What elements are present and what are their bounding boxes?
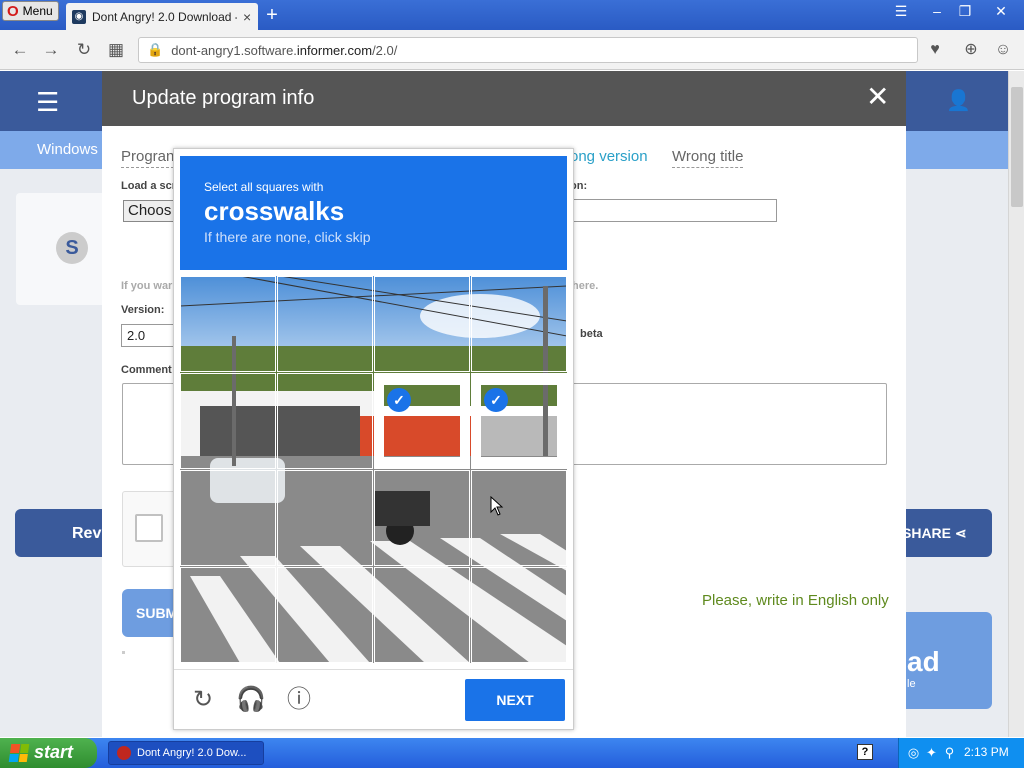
captcha-cell-7[interactable]: ✓ <box>374 373 470 469</box>
modal-close-icon[interactable]: ✕ <box>866 83 889 111</box>
hint-left: If you war <box>121 280 173 292</box>
browser-tab[interactable]: ◉ Dont Angry! 2.0 Download - I × <box>66 3 258 30</box>
new-tab-button[interactable]: + <box>262 4 282 26</box>
captcha-cell-10[interactable] <box>277 470 373 566</box>
captcha-target-word: crosswalks <box>204 196 345 226</box>
captcha-challenge: Select all squares with crosswalks If th… <box>173 148 574 730</box>
maximize-icon[interactable]: ❐ <box>954 2 976 20</box>
url-field[interactable]: 🔒 dont-angry1.software.informer.com/2.0/ <box>138 37 918 63</box>
recaptcha-checkbox[interactable] <box>135 514 163 542</box>
mouse-cursor-icon <box>490 496 504 516</box>
captcha-cell-5[interactable] <box>180 373 276 469</box>
captcha-skip-hint: If there are none, click skip <box>204 229 371 245</box>
check-icon: ✓ <box>484 388 508 412</box>
windows-logo-icon <box>8 744 30 762</box>
minimize-icon[interactable]: – <box>926 2 948 20</box>
captcha-header: Select all squares with crosswalks If th… <box>180 156 567 270</box>
next-button[interactable]: NEXT <box>465 679 565 721</box>
lock-icon: 🔒 <box>147 42 164 57</box>
review-button[interactable]: Rev <box>15 509 115 557</box>
english-only-note: Please, write in English only <box>702 592 889 609</box>
captcha-cell-16[interactable] <box>471 567 567 663</box>
menu-label: Menu <box>22 4 53 18</box>
opera-logo-icon: O <box>7 2 19 20</box>
captcha-cell-12[interactable] <box>471 470 567 566</box>
page-scrollbar[interactable] <box>1008 71 1024 737</box>
heart-icon[interactable]: ♥ <box>924 39 946 61</box>
check-icon: ✓ <box>387 388 411 412</box>
program-logo-icon: S <box>56 232 88 264</box>
opera-menu-button[interactable]: O Menu <box>2 1 59 21</box>
back-icon[interactable]: ← <box>8 38 32 62</box>
hamburger-icon[interactable]: ☰ <box>36 87 59 118</box>
captcha-instruction: Select all squares with <box>204 180 324 194</box>
captcha-cell-14[interactable] <box>277 567 373 663</box>
search-icon[interactable]: ◎ <box>906 745 921 760</box>
network-icon[interactable]: ✦ <box>924 745 939 760</box>
reload-icon[interactable]: ↻ <box>188 685 218 715</box>
captcha-cell-4[interactable] <box>471 276 567 372</box>
speed-dial-icon[interactable]: ▦ <box>104 38 128 62</box>
scrollbar-thumb[interactable] <box>1011 87 1023 207</box>
version-input[interactable]: 2.0 <box>121 324 181 347</box>
captcha-cell-2[interactable] <box>277 276 373 372</box>
user-icon[interactable]: 👤 <box>946 88 971 113</box>
captcha-cell-11[interactable] <box>374 470 470 566</box>
version-label: Version: <box>121 304 165 316</box>
reload-page-icon[interactable]: ↻ <box>72 38 96 62</box>
hint-right: here. <box>572 280 599 292</box>
account-icon[interactable]: ☺ <box>992 39 1014 61</box>
download-label: ad <box>907 646 940 677</box>
download-sublabel: le <box>907 678 916 690</box>
tab-menu-icon[interactable]: ☰ <box>890 2 912 20</box>
small-dot <box>122 651 125 654</box>
tab-program[interactable]: Progran <box>121 148 175 168</box>
info-icon[interactable]: ⓘ <box>284 685 314 715</box>
share-icon: ⋖ <box>954 525 967 541</box>
site-favicon-icon: ◉ <box>72 9 86 24</box>
modal-title: Update program info <box>132 87 315 109</box>
load-screenshot-label: Load a scr <box>121 180 177 192</box>
tab-close-icon[interactable]: × <box>243 9 251 25</box>
audio-icon[interactable]: 🎧 <box>236 685 266 715</box>
captcha-image-grid: ✓ ✓ <box>180 276 567 663</box>
captcha-cell-8[interactable]: ✓ <box>471 373 567 469</box>
captcha-footer-divider <box>174 669 573 670</box>
tab-title: Dont Angry! 2.0 Download - I <box>92 9 237 24</box>
magnifier-icon[interactable]: ⚲ <box>942 745 957 760</box>
help-icon[interactable]: ? <box>857 744 873 760</box>
taskbar-browser-item[interactable]: Dont Angry! 2.0 Dow... <box>108 741 264 765</box>
captcha-cell-6[interactable] <box>277 373 373 469</box>
opera-icon <box>117 746 131 760</box>
subnav-windows[interactable]: Windows <box>37 141 98 158</box>
beta-label: beta <box>580 328 603 340</box>
tab-wrong-version[interactable]: ong version <box>570 148 648 167</box>
captcha-cell-3[interactable] <box>374 276 470 372</box>
url-text: dont-angry1.software.informer.com/2.0/ <box>171 42 398 58</box>
forward-icon[interactable]: → <box>39 38 63 62</box>
comment-label: Comment <box>121 364 172 376</box>
captcha-cell-1[interactable] <box>180 276 276 372</box>
new-version-input[interactable] <box>572 199 777 222</box>
clock: 2:13 PM <box>964 745 1009 759</box>
tab-wrong-title[interactable]: Wrong title <box>672 148 744 168</box>
close-window-icon[interactable]: ✕ <box>990 2 1012 20</box>
captcha-cell-9[interactable] <box>180 470 276 566</box>
captcha-cell-15[interactable] <box>374 567 470 663</box>
captcha-cell-13[interactable] <box>180 567 276 663</box>
download-icon[interactable]: ⊕ <box>960 39 982 61</box>
